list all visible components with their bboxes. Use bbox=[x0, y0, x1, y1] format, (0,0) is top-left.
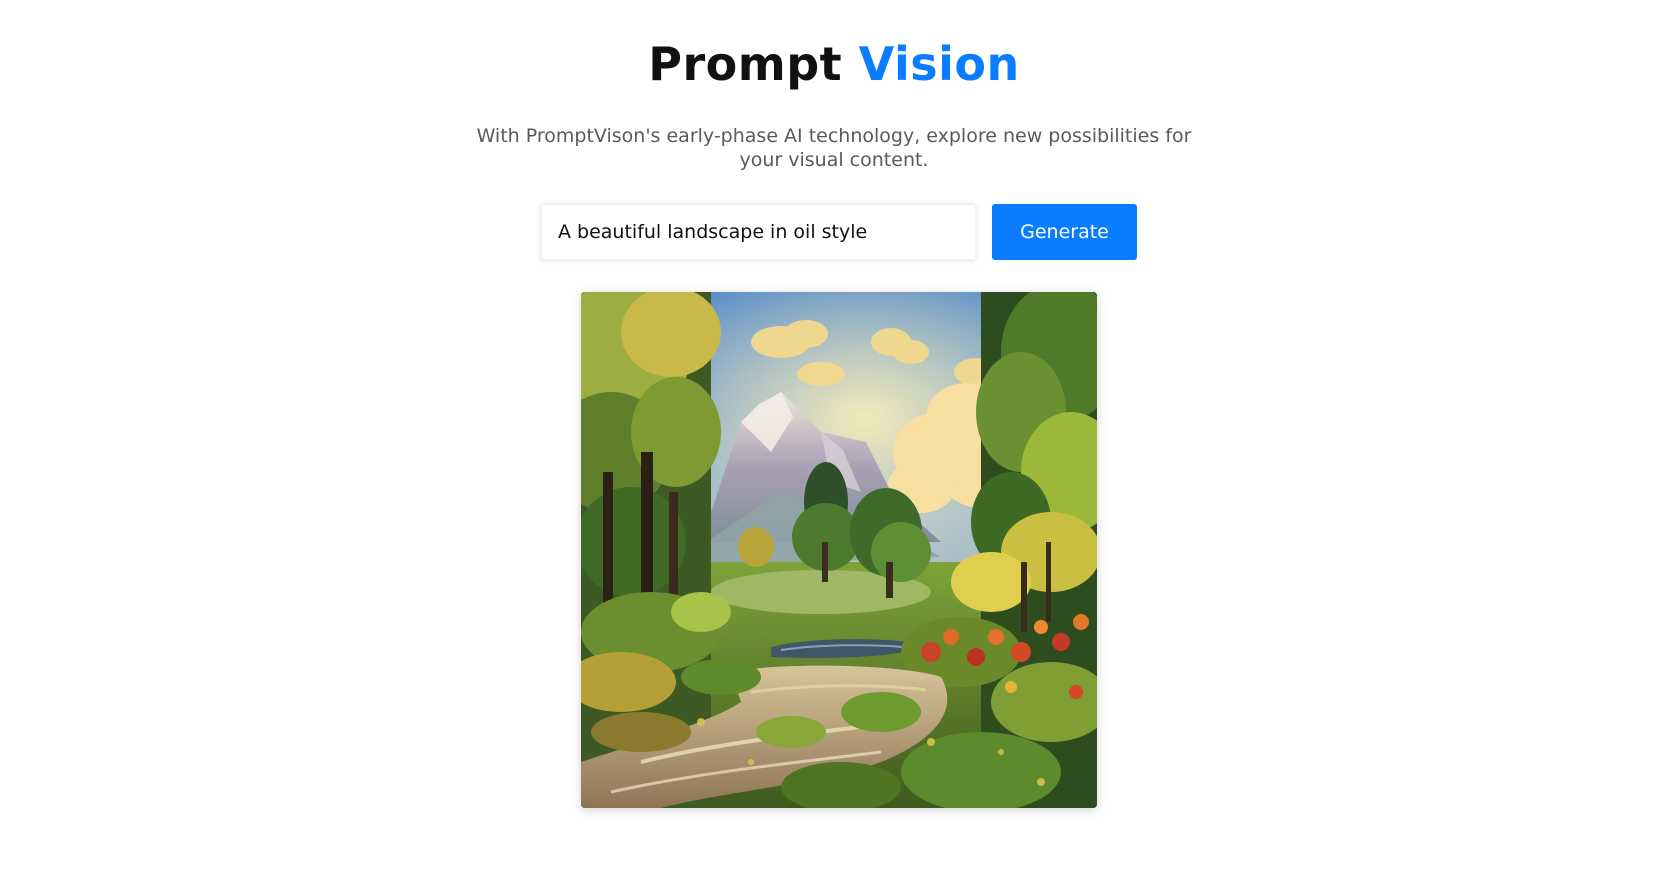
title-vision: Vision bbox=[858, 37, 1020, 91]
prompt-input[interactable] bbox=[541, 204, 976, 260]
page-title: Prompt Vision bbox=[0, 32, 1668, 96]
app-root: Prompt Vision With PromptVison's early-p… bbox=[0, 0, 1668, 895]
landscape-painting bbox=[581, 292, 1097, 808]
generated-image bbox=[581, 292, 1097, 808]
title-prompt: Prompt bbox=[648, 37, 843, 91]
generate-button[interactable]: Generate bbox=[992, 204, 1137, 260]
page-subtitle: With PromptVison's early-phase AI techno… bbox=[476, 125, 1192, 171]
